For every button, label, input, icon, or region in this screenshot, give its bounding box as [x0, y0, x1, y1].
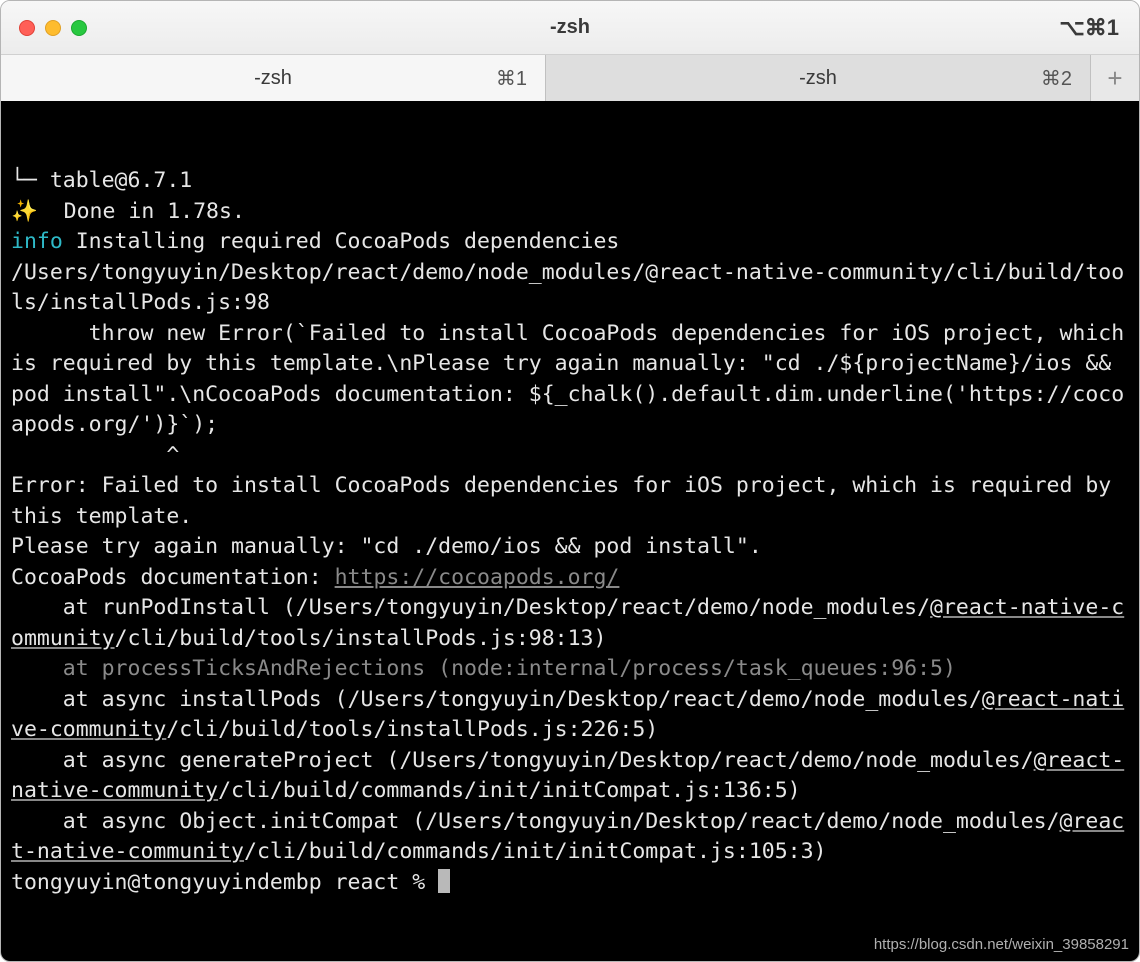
- terminal-line: info Installing required CocoaPods depen…: [11, 227, 1131, 258]
- watermark: https://blog.csdn.net/weixin_39858291: [874, 934, 1129, 955]
- cursor-icon: [438, 869, 450, 893]
- terminal-text: Please try again manually: "cd ./demo/io…: [11, 534, 762, 559]
- window-title: -zsh: [1, 16, 1139, 39]
- zoom-icon[interactable]: [71, 20, 87, 36]
- tabbar: -zsh ⌘1 -zsh ⌘2 +: [1, 55, 1139, 101]
- terminal-text: throw new Error(`Failed to install Cocoa…: [11, 321, 1137, 438]
- terminal-line: Error: Failed to install CocoaPods depen…: [11, 471, 1131, 532]
- close-icon[interactable]: [19, 20, 35, 36]
- terminal-line: at async generateProject (/Users/tongyuy…: [11, 746, 1131, 807]
- tab-shortcut: ⌘2: [1041, 66, 1072, 91]
- terminal-line: at runPodInstall (/Users/tongyuyin/Deskt…: [11, 593, 1131, 654]
- terminal-text: /cli/build/commands/init/initCompat.js:1…: [218, 778, 800, 803]
- terminal-text: info: [11, 229, 63, 254]
- terminal-text: ^: [11, 443, 179, 468]
- terminal-text: at async installPods (/Users/tongyuyin/D…: [11, 687, 982, 712]
- terminal-line: at processTicksAndRejections (node:inter…: [11, 654, 1131, 685]
- terminal-output[interactable]: └─ table@6.7.1✨ Done in 1.78s.info Insta…: [1, 101, 1139, 961]
- terminal-text: at processTicksAndRejections (node:inter…: [11, 656, 956, 681]
- terminal-text: https://cocoapods.org/: [335, 565, 620, 590]
- terminal-text: Installing required CocoaPods dependenci…: [63, 229, 620, 254]
- plus-icon: +: [1107, 63, 1122, 94]
- terminal-text: ✨: [11, 199, 38, 224]
- tab-shortcut: ⌘1: [496, 66, 527, 91]
- tab-label: -zsh: [254, 67, 292, 90]
- tab-zsh-2[interactable]: -zsh ⌘2: [546, 55, 1091, 101]
- terminal-text: /Users/tongyuyin/Desktop/react/demo/node…: [11, 260, 1124, 316]
- terminal-text: └─ table@6.7.1: [11, 168, 192, 193]
- terminal-line: ✨ Done in 1.78s.: [11, 197, 1131, 228]
- titlebar: -zsh ⌥⌘1: [1, 1, 1139, 55]
- minimize-icon[interactable]: [45, 20, 61, 36]
- terminal-line: └─ table@6.7.1: [11, 166, 1131, 197]
- add-tab-button[interactable]: +: [1091, 55, 1139, 101]
- terminal-text: /cli/build/tools/installPods.js:226:5): [166, 717, 658, 742]
- terminal-prompt: tongyuyin@tongyuyindembp react %: [11, 870, 438, 895]
- terminal-text: CocoaPods documentation:: [11, 565, 335, 590]
- traffic-lights: [1, 20, 87, 36]
- terminal-line: at async installPods (/Users/tongyuyin/D…: [11, 685, 1131, 746]
- terminal-text: Error: Failed to install CocoaPods depen…: [11, 473, 1124, 529]
- terminal-window: -zsh ⌥⌘1 -zsh ⌘1 -zsh ⌘2 + └─ table@6.7.…: [0, 0, 1140, 962]
- terminal-line: CocoaPods documentation: https://cocoapo…: [11, 563, 1131, 594]
- tab-label: -zsh: [799, 67, 837, 90]
- window-shortcut: ⌥⌘1: [1059, 15, 1119, 41]
- terminal-text: at async Object.initCompat (/Users/tongy…: [11, 809, 1059, 834]
- terminal-text: at runPodInstall (/Users/tongyuyin/Deskt…: [11, 595, 930, 620]
- terminal-line: ^: [11, 441, 1131, 472]
- terminal-text: /cli/build/tools/installPods.js:98:13): [115, 626, 607, 651]
- terminal-line: throw new Error(`Failed to install Cocoa…: [11, 319, 1131, 441]
- terminal-line: at async Object.initCompat (/Users/tongy…: [11, 807, 1131, 868]
- tab-zsh-1[interactable]: -zsh ⌘1: [1, 55, 546, 101]
- terminal-prompt-line: tongyuyin@tongyuyindembp react %: [11, 868, 1131, 899]
- terminal-line: Please try again manually: "cd ./demo/io…: [11, 532, 1131, 563]
- terminal-text: /cli/build/commands/init/initCompat.js:1…: [244, 839, 826, 864]
- terminal-text: Done in 1.78s.: [38, 199, 245, 224]
- terminal-line: /Users/tongyuyin/Desktop/react/demo/node…: [11, 258, 1131, 319]
- terminal-text: at async generateProject (/Users/tongyuy…: [11, 748, 1034, 773]
